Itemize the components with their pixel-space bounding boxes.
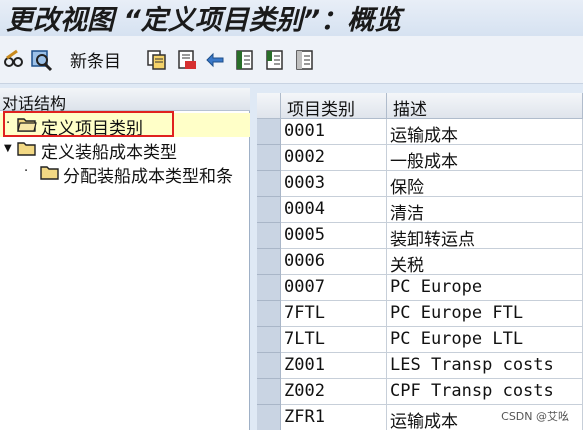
cell-text: PC Europe xyxy=(390,277,483,297)
cell-item-category[interactable]: ZFR1 xyxy=(281,405,387,430)
cell-description[interactable]: 运输成本 xyxy=(387,119,583,145)
row-selector[interactable] xyxy=(257,275,281,301)
cell-text: 0003 xyxy=(284,173,325,193)
select-block-icon[interactable] xyxy=(264,48,286,72)
cell-text: CPF Transp costs xyxy=(390,381,554,401)
delete-icon[interactable] xyxy=(176,48,198,72)
cell-item-category[interactable]: 0003 xyxy=(281,171,387,197)
row-selector[interactable] xyxy=(257,145,281,171)
cell-text: Z002 xyxy=(284,381,325,401)
new-entries-button[interactable]: 新条目 xyxy=(70,47,121,72)
cell-text: PC Europe FTL xyxy=(390,303,524,323)
cell-item-category[interactable]: 0005 xyxy=(281,223,387,249)
row-selector[interactable] xyxy=(257,327,281,353)
cell-text: 保险 xyxy=(390,178,424,197)
cell-item-category[interactable]: 7FTL xyxy=(281,301,387,327)
cell-description[interactable]: 关税 xyxy=(387,249,583,275)
tree-item-label: 定义装船成本类型 xyxy=(41,143,177,163)
tree-item-label: 分配装船成本类型和条 xyxy=(63,167,233,187)
cell-text: LES Transp costs xyxy=(390,355,554,375)
cell-item-category[interactable]: Z002 xyxy=(281,379,387,405)
cell-text: 清洁 xyxy=(390,204,424,223)
title-bar: 更改视图 “定义项目类别”：概览 xyxy=(0,0,583,36)
deselect-all-icon[interactable] xyxy=(294,48,316,72)
row-selector[interactable] xyxy=(257,171,281,197)
undo-icon[interactable] xyxy=(204,48,226,72)
cell-description[interactable]: LES Transp costs xyxy=(387,353,583,379)
tree-item-assign-shipment-cost-type[interactable]: · 分配装船成本类型和条 xyxy=(0,161,250,187)
cell-description[interactable]: 一般成本 xyxy=(387,145,583,171)
cell-text: ZFR1 xyxy=(284,407,325,427)
tree-item-define-shipment-cost-type[interactable]: ▼ 定义装船成本类型 xyxy=(0,137,250,163)
cell-text: 关税 xyxy=(390,256,424,275)
row-selector[interactable] xyxy=(257,353,281,379)
cell-item-category[interactable]: 0001 xyxy=(281,119,387,145)
cell-text: Z001 xyxy=(284,355,325,375)
tree-node-icon: · xyxy=(24,164,29,179)
select-all-icon[interactable] xyxy=(234,48,256,72)
item-category-table: 项目类别 描述 0001 运输成本 0002 一般成本 0003 保险 0004 清洁 0005… xyxy=(257,93,583,430)
expanded-caret-icon[interactable]: ▼ xyxy=(4,143,12,154)
row-selector[interactable] xyxy=(257,301,281,327)
column-header-description[interactable]: 描述 xyxy=(387,93,583,120)
cell-description[interactable]: CPF Transp costs xyxy=(387,379,583,405)
cell-item-category[interactable]: 7LTL xyxy=(281,327,387,353)
cell-text: 装卸转运点 xyxy=(390,230,475,249)
cell-text: 0004 xyxy=(284,199,325,219)
cell-description[interactable]: 装卸转运点 xyxy=(387,223,583,249)
cell-text: 0007 xyxy=(284,277,325,297)
cell-text: 运输成本 xyxy=(390,126,458,145)
row-selector[interactable] xyxy=(257,379,281,405)
cell-description[interactable]: 保险 xyxy=(387,171,583,197)
window-title: 更改视图 “定义项目类别”：概览 xyxy=(6,5,402,36)
cell-text: 0001 xyxy=(284,121,325,141)
cell-text: 0005 xyxy=(284,225,325,245)
cell-item-category[interactable]: 0006 xyxy=(281,249,387,275)
cell-description[interactable]: PC Europe FTL xyxy=(387,301,583,327)
cell-text: PC Europe LTL xyxy=(390,329,524,349)
row-selector[interactable] xyxy=(257,119,281,145)
watermark: CSDN @艾吆 xyxy=(499,408,571,424)
select-all-rows-header[interactable] xyxy=(257,93,281,119)
row-selector[interactable] xyxy=(257,405,281,430)
row-selector[interactable] xyxy=(257,223,281,249)
column-header-item-category[interactable]: 项目类别 xyxy=(281,93,387,120)
cell-text: 0006 xyxy=(284,251,325,271)
tree-header: 对话结构 xyxy=(0,88,250,113)
cell-item-category[interactable]: 0002 xyxy=(281,145,387,171)
display-change-icon[interactable] xyxy=(30,48,54,72)
cell-text: 0002 xyxy=(284,147,325,167)
application-toolbar: 新条目 xyxy=(0,36,583,84)
cell-text: 7FTL xyxy=(284,303,325,323)
row-selector[interactable] xyxy=(257,197,281,223)
cell-item-category[interactable]: 0004 xyxy=(281,197,387,223)
dialog-structure-panel: 对话结构 · 定义项目类别 ▼ 定义装船成本类型 · 分配装船成本类型和条 xyxy=(0,88,250,430)
highlight-box xyxy=(3,111,174,137)
row-selector[interactable] xyxy=(257,249,281,275)
cell-description[interactable]: 清洁 xyxy=(387,197,583,223)
folder-icon xyxy=(17,142,36,156)
folder-icon xyxy=(40,166,59,180)
cell-item-category[interactable]: Z001 xyxy=(281,353,387,379)
cell-item-category[interactable]: 0007 xyxy=(281,275,387,301)
cell-text: 运输成本 xyxy=(390,412,458,430)
cell-description[interactable]: PC Europe LTL xyxy=(387,327,583,353)
glasses-edit-icon[interactable] xyxy=(3,48,25,72)
cell-text: 7LTL xyxy=(284,329,325,349)
cell-description[interactable]: PC Europe xyxy=(387,275,583,301)
copy-icon[interactable] xyxy=(146,48,168,72)
cell-text: 一般成本 xyxy=(390,152,458,171)
